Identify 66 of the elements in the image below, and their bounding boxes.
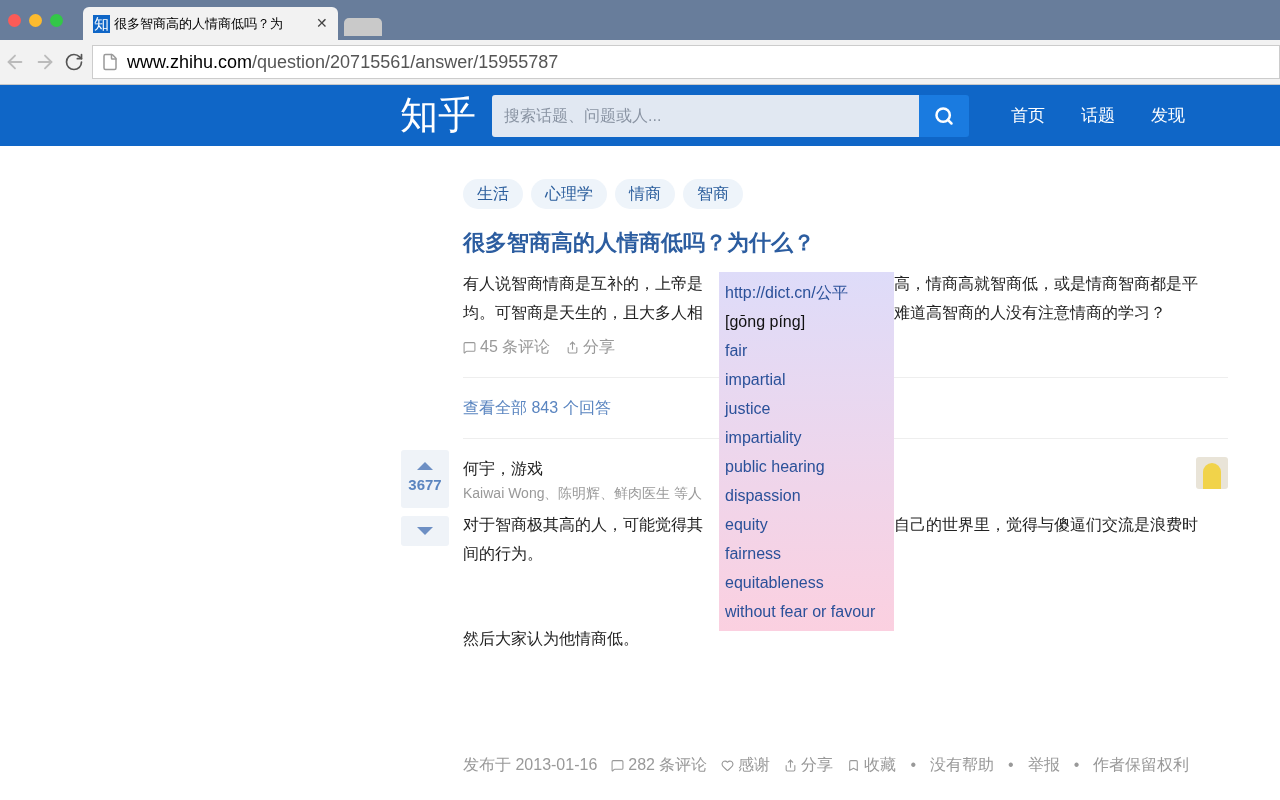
reload-icon[interactable] — [64, 52, 84, 72]
minimize-window-icon[interactable] — [29, 13, 42, 27]
text-line: 高，情商高就智商低，或是情商智商都是平 — [894, 273, 1198, 294]
up-arrow-icon — [417, 461, 433, 470]
footer-link[interactable]: 作者保留权利 — [1093, 753, 1190, 777]
answer-paragraph: 然后大家认为他情商低。 — [463, 629, 640, 649]
bullet-separator: • — [1073, 755, 1080, 775]
bullet-separator: • — [1008, 755, 1014, 775]
footer-link[interactable]: 没有帮助 — [930, 753, 995, 777]
new-tab-button[interactable] — [344, 18, 382, 36]
meaning-link[interactable]: equitableness — [725, 571, 888, 600]
text-line: 难道高智商的人没有注意情商的学习？ — [894, 302, 1166, 323]
text-line: 有人说智商情商是互补的，上帝是 — [463, 273, 704, 294]
comment-icon — [463, 340, 476, 354]
meaning-link[interactable]: fairness — [725, 542, 888, 571]
browser-tab[interactable]: 知 很多智商高的人情商低吗？为 ✕ — [83, 7, 338, 40]
close-tab-icon[interactable]: ✕ — [316, 13, 328, 34]
topic-tag[interactable]: 生活 — [463, 179, 523, 209]
meaning-link[interactable]: public hearing — [725, 455, 888, 484]
text-line: 均。可智商是天生的，且大多人相 — [463, 302, 704, 323]
heart-icon — [721, 758, 735, 772]
search-icon — [934, 105, 954, 126]
dictionary-link[interactable]: http://dict.cn/公平 — [725, 281, 888, 310]
nav-link[interactable]: 首页 — [1011, 102, 1045, 129]
question-title[interactable]: 很多智商高的人情商低吗？为什么？ — [463, 226, 1228, 259]
meaning-link[interactable]: impartiality — [725, 426, 888, 455]
tab-title: 很多智商高的人情商低吗？为 — [114, 14, 284, 33]
meaning-link[interactable]: dispassion — [725, 484, 888, 513]
footer-link[interactable]: 举报 — [1027, 753, 1060, 777]
text-line: 间的行为。 — [463, 543, 544, 564]
share-icon — [784, 758, 798, 772]
pinyin-text: [gōng píng] — [725, 312, 807, 332]
comment-icon — [611, 758, 625, 772]
collect-link[interactable]: 收藏 — [847, 753, 897, 777]
text-line: 对于智商极其高的人，可能觉得其 — [463, 514, 704, 535]
page-icon — [101, 53, 119, 71]
downvote-button[interactable] — [401, 516, 449, 546]
meaning-link[interactable]: equity — [725, 513, 888, 542]
url-text: www.zhihu.com/question/20715561/answer/15955787 — [127, 50, 559, 74]
down-arrow-icon — [417, 527, 433, 535]
address-bar[interactable]: www.zhihu.com/question/20715561/answer/15955787 — [92, 45, 1280, 79]
nav-link[interactable]: 话题 — [1081, 102, 1115, 129]
topic-tag[interactable]: 智商 — [683, 179, 743, 209]
thanks-link[interactable]: 感谢 — [721, 753, 771, 777]
bookmark-icon — [847, 758, 861, 772]
search-field[interactable]: 搜索话题、问题或人... — [492, 94, 919, 137]
site-logo[interactable]: 知乎 — [400, 87, 476, 144]
text-line: 自己的世界里，觉得与傻逼们交流是浪费时 — [894, 514, 1198, 535]
meaning-link[interactable]: without fear or favour — [725, 600, 888, 629]
meaning-link[interactable]: impartial — [725, 368, 888, 397]
nav-link[interactable]: 发现 — [1151, 102, 1185, 129]
all-answers-link[interactable]: 查看全部 843 个回答 — [463, 399, 611, 416]
avatar[interactable] — [1196, 457, 1228, 489]
site-icon: 知 — [93, 14, 110, 33]
close-window-icon[interactable] — [8, 13, 21, 27]
meaning-link[interactable]: fair — [725, 339, 888, 368]
voters-text: Kaiwai Wong、陈明辉、鲜肉医生 等人 — [463, 484, 704, 503]
publish-date: 发布于 2013-01-16 — [463, 755, 598, 775]
maximize-window-icon[interactable] — [50, 13, 63, 27]
search-button[interactable] — [919, 94, 969, 137]
topic-tag[interactable]: 心理学 — [531, 179, 607, 209]
topic-tag[interactable]: 情商 — [615, 179, 675, 209]
share-icon — [566, 340, 580, 354]
meaning-link[interactable]: justice — [725, 397, 888, 426]
upvote-button[interactable]: 3677 — [401, 450, 449, 508]
bullet-separator: • — [910, 755, 917, 775]
